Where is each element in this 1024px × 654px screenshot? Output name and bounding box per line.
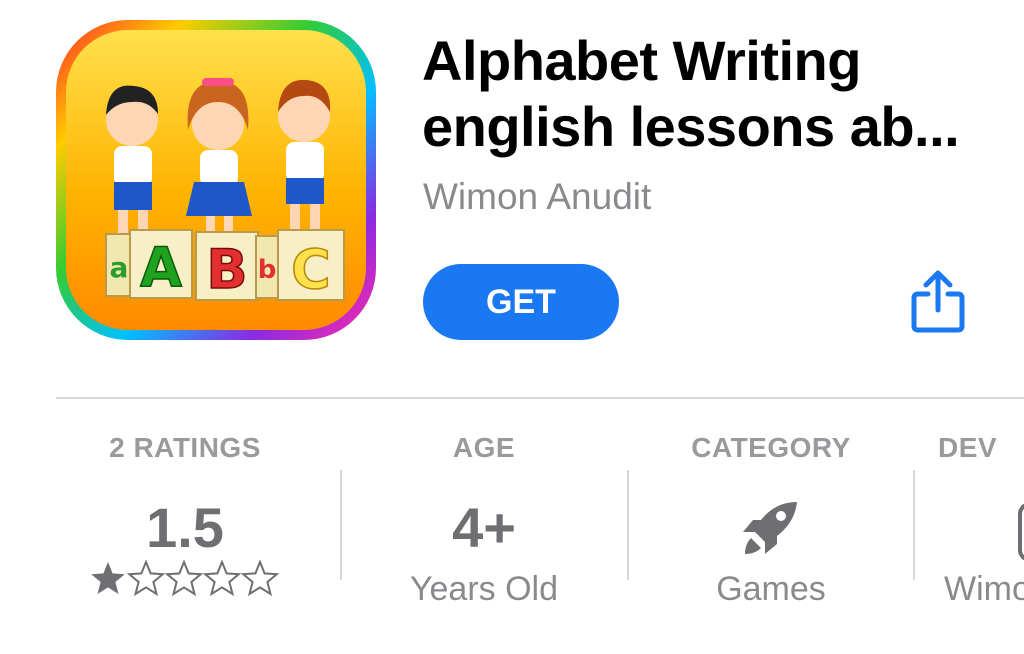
age-info[interactable]: AGE 4+ Years Old — [341, 432, 627, 609]
block-letter: b — [258, 255, 277, 285]
divider — [56, 397, 1024, 399]
age-header: AGE — [452, 432, 516, 463]
star-filled-icon — [91, 562, 125, 594]
category-sub: Games — [716, 570, 826, 608]
app-icon: a A B b C — [56, 20, 376, 340]
get-button[interactable]: GET — [423, 264, 619, 340]
person-icon — [1018, 502, 1024, 562]
block-letter: B — [206, 238, 247, 301]
app-title: Alphabet Writing english lessons ab... — [422, 28, 1022, 160]
category-header: CATEGORY — [691, 432, 851, 463]
rating-value: 1.5 — [146, 496, 224, 559]
developer-info[interactable]: DEV Wimo — [938, 432, 1024, 609]
ratings-header: 2 RATINGS — [109, 432, 261, 463]
age-value: 4+ — [452, 496, 516, 559]
ratings-info[interactable]: 2 RATINGS 1.5 — [42, 432, 328, 600]
star-empty-icon — [166, 561, 202, 595]
rating-stars — [42, 560, 328, 600]
app-title-line-1: Alphabet Writing — [422, 29, 861, 92]
developer-sub: Wimo — [944, 570, 1024, 608]
rocket-icon — [743, 502, 797, 554]
developer-header: DEV — [938, 432, 998, 463]
column-separator — [913, 470, 915, 580]
star-half-icon — [128, 561, 164, 595]
share-button[interactable] — [908, 268, 968, 334]
category-info[interactable]: CATEGORY Games — [628, 432, 914, 609]
block-letter: a — [110, 251, 129, 284]
star-empty-icon — [242, 561, 278, 595]
block-letter: A — [140, 236, 182, 299]
star-empty-icon — [204, 561, 240, 595]
app-title-line-2: english lessons ab... — [422, 95, 960, 158]
age-sub: Years Old — [409, 570, 559, 608]
developer-link[interactable]: Wimon Anudit — [423, 176, 651, 218]
share-icon — [911, 270, 965, 333]
block-letter: C — [291, 238, 331, 301]
